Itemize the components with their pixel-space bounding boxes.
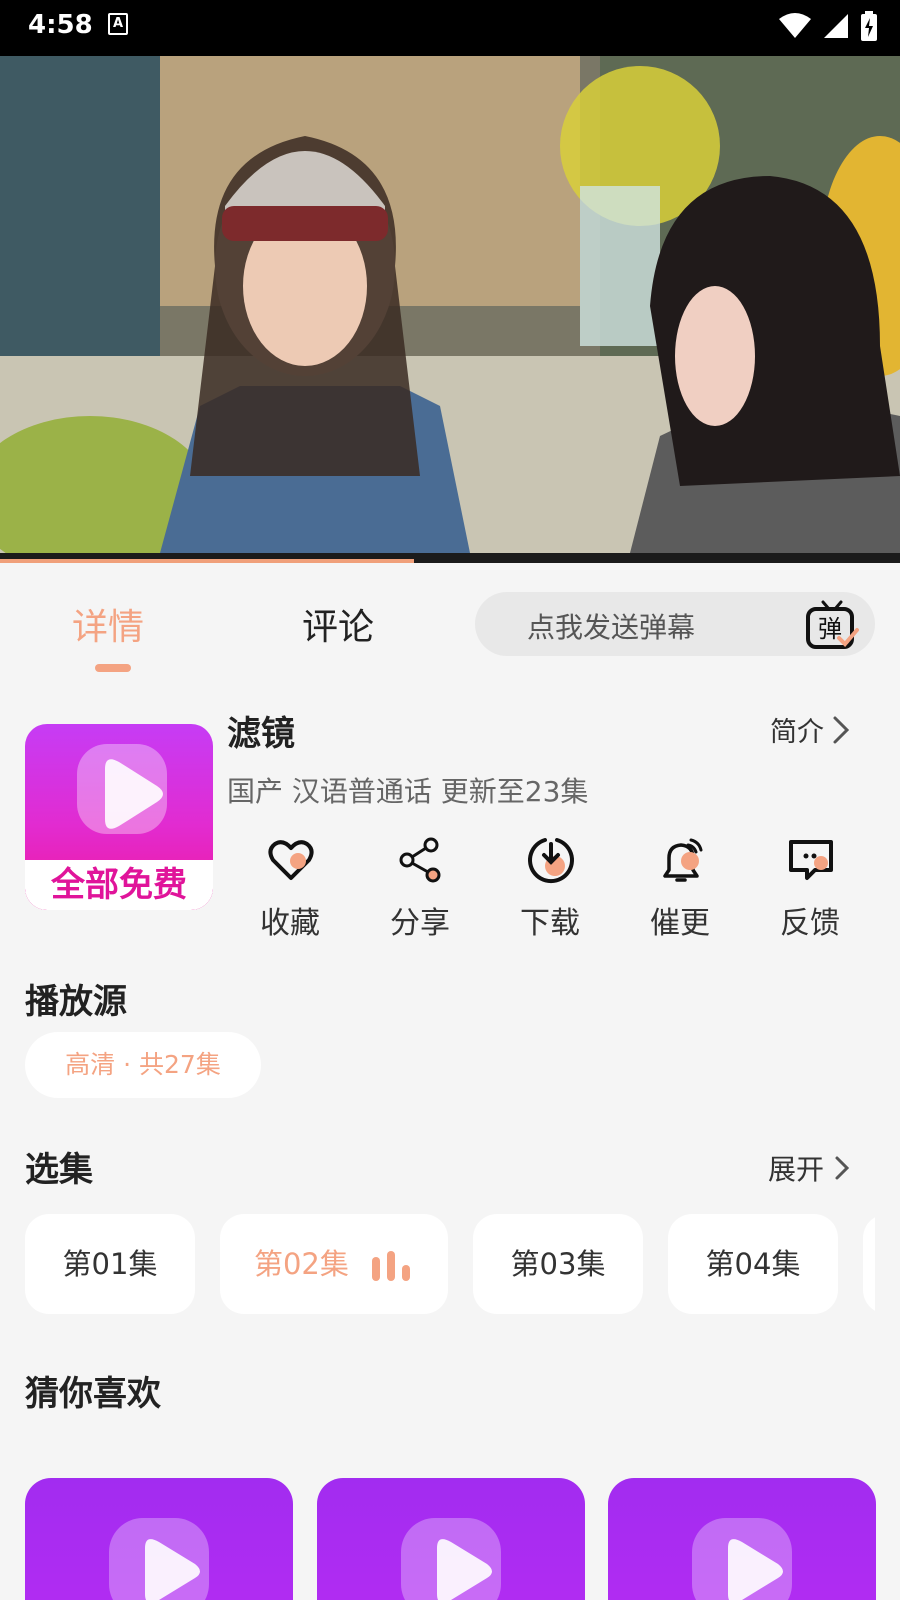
show-meta: 国产 汉语普通话 更新至23集	[227, 775, 589, 808]
notification-a-icon: A	[108, 13, 128, 35]
intro-label: 简介	[770, 717, 824, 748]
battery-icon	[861, 11, 877, 41]
tab-details[interactable]: 详情	[72, 598, 144, 650]
download-button[interactable]: 下载	[485, 830, 615, 941]
tab-comments[interactable]: 评论	[302, 598, 374, 650]
show-title: 滤镜	[227, 714, 295, 754]
remind-update-label: 催更	[650, 906, 710, 941]
episode-item[interactable]: 第04集	[668, 1214, 838, 1314]
video-frame	[0, 56, 900, 553]
recommend-section-title: 猜你喜欢	[25, 1374, 161, 1414]
status-bar: 4:58 A	[0, 0, 900, 56]
episode-item[interactable]: 第01集	[25, 1214, 195, 1314]
show-poster[interactable]: 全部免费	[25, 724, 213, 910]
feedback-button[interactable]: 反馈	[745, 830, 875, 941]
share-icon	[399, 837, 441, 883]
signal-icon	[824, 14, 848, 38]
playing-indicator-icon	[372, 1251, 414, 1281]
intro-link[interactable]: 简介	[770, 710, 850, 749]
play-logo-icon	[401, 1518, 501, 1600]
episode-label: 第01集	[62, 1247, 158, 1281]
episode-label: 第03集	[510, 1247, 606, 1281]
episode-item-current[interactable]: 第02集	[220, 1214, 448, 1314]
play-logo-icon	[692, 1518, 792, 1600]
episode-label: 第02集	[253, 1247, 349, 1281]
download-icon	[528, 838, 574, 884]
episode-item-partial[interactable]	[863, 1214, 875, 1314]
chevron-right-icon	[835, 1156, 850, 1180]
danmu-placeholder: 点我发送弹幕	[527, 611, 696, 644]
chevron-right-icon	[833, 716, 850, 743]
download-label: 下载	[520, 906, 580, 941]
danmu-input[interactable]: 点我发送弹幕 弹	[475, 592, 875, 656]
expand-label: 展开	[767, 1153, 824, 1186]
recommend-card[interactable]	[317, 1478, 585, 1600]
share-button[interactable]: 分享	[355, 830, 485, 941]
action-row: 收藏 分享 下载 催更 反馈	[225, 830, 875, 941]
episode-item[interactable]: 第03集	[473, 1214, 643, 1314]
tab-indicator	[95, 664, 131, 672]
heart-icon	[268, 840, 314, 880]
episode-list: 第01集 第02集 第03集 第04集	[25, 1214, 875, 1314]
favorite-label: 收藏	[260, 906, 320, 941]
expand-episodes-link[interactable]: 展开	[768, 1148, 850, 1188]
poster-free-badge: 全部免费	[51, 865, 187, 905]
play-logo-icon	[109, 1518, 209, 1600]
recommend-card[interactable]	[608, 1478, 876, 1600]
feedback-label: 反馈	[780, 906, 840, 941]
episode-label: 第04集	[705, 1247, 801, 1281]
bell-icon	[663, 838, 703, 882]
video-player[interactable]	[0, 56, 900, 563]
status-time: 4:58	[28, 10, 93, 40]
video-progress-fill[interactable]	[0, 559, 414, 563]
recommend-card[interactable]	[25, 1478, 293, 1600]
source-section-title: 播放源	[25, 982, 127, 1022]
tab-bar: 详情 评论 点我发送弹幕 弹	[0, 572, 900, 682]
source-chip-hd[interactable]: 高清 · 共27集	[25, 1032, 261, 1098]
danmu-toggle-icon[interactable]: 弹	[805, 598, 859, 650]
share-label: 分享	[390, 906, 450, 941]
system-icons	[778, 10, 878, 42]
feedback-icon	[789, 840, 833, 880]
episodes-section-title: 选集	[25, 1150, 93, 1190]
remind-update-button[interactable]: 催更	[615, 830, 745, 941]
wifi-icon	[779, 13, 811, 38]
favorite-button[interactable]: 收藏	[225, 830, 355, 941]
